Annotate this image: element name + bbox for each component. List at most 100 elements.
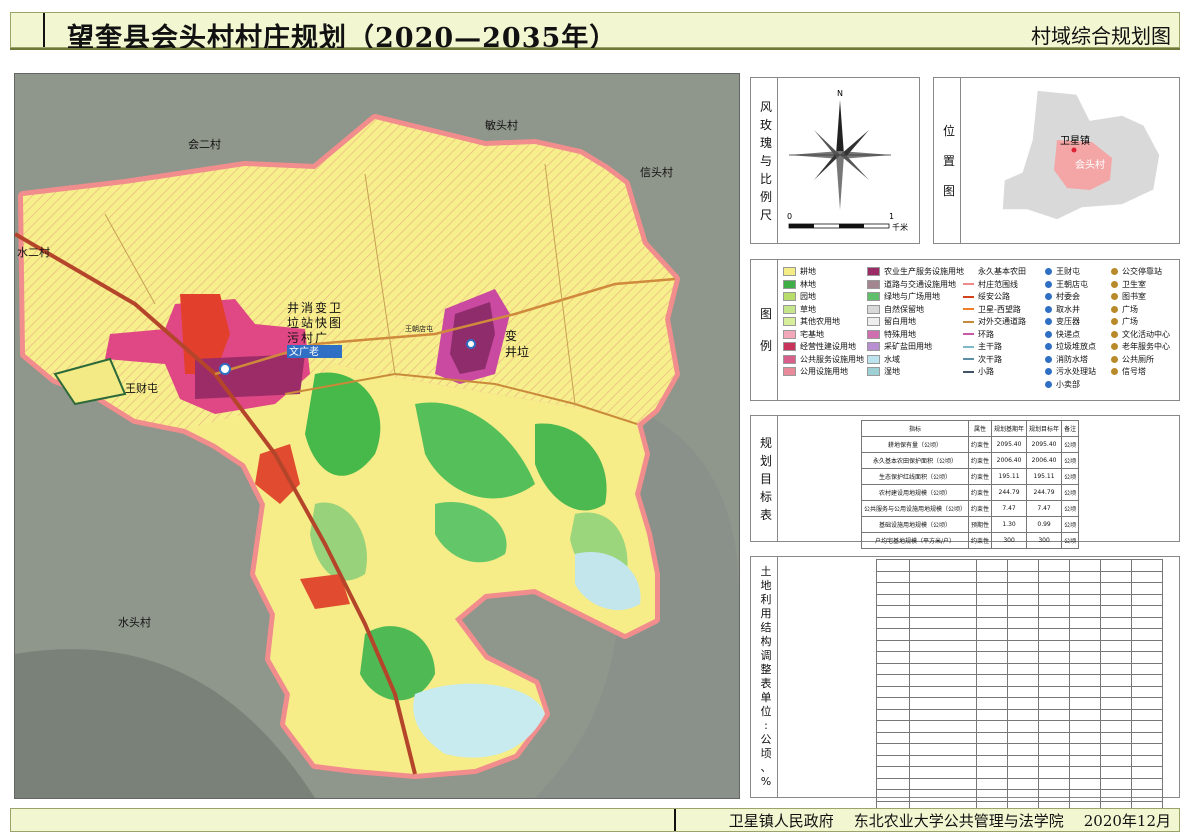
table-cell: 1.30 <box>991 516 1028 533</box>
legend-text: 次干路 <box>978 354 1002 364</box>
legend-swatch <box>867 342 880 351</box>
legend-swatch <box>1111 293 1118 300</box>
table-cell <box>976 754 1008 767</box>
table-cell <box>909 777 977 790</box>
legend-swatch <box>1045 305 1052 313</box>
legend-item: 草地 <box>783 304 816 315</box>
table-cell <box>1069 616 1101 629</box>
table-cell <box>1131 651 1163 664</box>
label-shuier: 水二村 <box>17 245 50 259</box>
table-cell <box>876 777 910 790</box>
table-cell <box>909 639 977 652</box>
table-cell: 公共服务与公用设施用地规模（公顷） <box>860 500 970 517</box>
compass-panel: 风玫瑰与比例尺 N 0 1 千米 <box>750 77 920 244</box>
label-wu: 污 <box>287 331 299 345</box>
legend-item: 对外交通道路 <box>963 316 1026 327</box>
legend-text: 对外交通道路 <box>978 317 1026 326</box>
landuse-label: 土地利用结构调整表单位: 公顷、% <box>760 565 772 788</box>
table-cell <box>976 766 1008 779</box>
legend-text: 主干路 <box>978 342 1002 351</box>
table-cell <box>909 662 977 675</box>
legend-text: 水域 <box>884 354 900 364</box>
legend-text: 快递点 <box>1056 329 1080 339</box>
label-kuai: 快 <box>315 316 327 330</box>
table-cell <box>1131 674 1163 687</box>
legend-swatch <box>1111 330 1118 338</box>
table-cell <box>1100 570 1132 583</box>
title-bar: 望奎县会头村村庄规划（2020—2035年） 村域综合规划图 <box>10 12 1180 54</box>
table-cell <box>976 651 1008 664</box>
legend-swatch <box>783 354 796 364</box>
table-cell <box>1100 789 1132 802</box>
legend-swatch <box>783 279 796 289</box>
legend-swatch <box>1111 368 1118 375</box>
table-cell: 公顷 <box>1061 436 1080 453</box>
legend-text: 卫生室 <box>1122 279 1146 289</box>
table-cell <box>1038 639 1070 652</box>
legend-swatch <box>867 267 880 276</box>
table-row <box>876 743 1163 756</box>
table-cell <box>1069 639 1101 652</box>
legend-item: 老年服务中心 <box>1111 341 1170 352</box>
table-cell <box>976 731 1008 744</box>
table-cell: 户均宅基地规模（平方米/户） <box>860 532 970 549</box>
village-map[interactable]: 会二村 敏头村 信头村 水二村 水头村 王财屯 王朝店屯 井 垃 污 消 站 村… <box>14 73 740 799</box>
table-cell <box>976 708 1008 721</box>
table-cell <box>909 628 977 641</box>
table-row <box>876 697 1163 710</box>
legend-swatch <box>867 354 880 364</box>
table-cell <box>909 708 977 721</box>
table-cell <box>1069 708 1101 721</box>
legend-item: 广场 <box>1111 316 1138 327</box>
label-la: 垃 <box>287 315 299 330</box>
legend-text: 变压器 <box>1056 317 1080 326</box>
table-cell <box>1038 674 1070 687</box>
legend-swatch <box>963 295 974 298</box>
label-guang: 广 <box>315 331 327 345</box>
table-cell <box>1100 593 1132 606</box>
table-cell <box>1007 628 1039 641</box>
table-cell <box>1007 570 1039 583</box>
table-cell <box>876 766 910 779</box>
table-cell <box>876 674 910 687</box>
legend-text: 图书室 <box>1122 292 1146 301</box>
legend-text: 湿地 <box>884 367 900 376</box>
table-cell: 永久基本农田保护面积（公顷） <box>860 452 970 469</box>
village-office-marker <box>219 363 231 375</box>
legend-item: 永久基本农田 <box>963 266 1026 277</box>
table-cell <box>976 628 1008 641</box>
table-cell <box>1131 731 1163 744</box>
table-cell <box>1069 789 1101 802</box>
table-cell <box>976 685 1008 698</box>
table-cell <box>909 559 977 572</box>
legend-text: 留白用地 <box>884 317 916 326</box>
table-cell <box>909 570 977 583</box>
table-cell <box>1038 720 1070 733</box>
legend-item: 特殊用地 <box>867 329 916 340</box>
table-cell <box>909 766 977 779</box>
legend-panel: 图例 耕地 林地 园地 草地 其他农用地 宅基地 经营性建设用地 公共服务设施用地 公用设施用地… <box>750 259 1180 401</box>
table-cell <box>876 651 910 664</box>
table-cell <box>1069 743 1101 756</box>
table-row <box>876 754 1163 767</box>
legend-text: 园地 <box>800 292 816 301</box>
label-shuitou: 水头村 <box>118 615 151 629</box>
table-cell <box>1069 674 1101 687</box>
table-cell <box>1100 720 1132 733</box>
table-row: 耕地保有量（公顷） 约束性 2095.40 2095.40 公顷 <box>860 436 1080 453</box>
table-cell <box>1131 605 1163 618</box>
table-cell <box>1069 559 1101 572</box>
legend-text: 消防水塔 <box>1056 354 1088 364</box>
legend-text: 林地 <box>800 279 816 289</box>
table-cell: 公顷 <box>1061 516 1080 533</box>
legend-swatch <box>867 367 880 376</box>
table-cell <box>1007 662 1039 675</box>
table-row <box>876 777 1163 790</box>
table-cell <box>876 789 910 802</box>
label-cun: 村 <box>301 331 313 345</box>
table-cell <box>1069 582 1101 595</box>
table-cell <box>1007 720 1039 733</box>
table-cell <box>1038 708 1070 721</box>
legend-swatch <box>963 358 974 360</box>
table-cell <box>1131 662 1163 675</box>
